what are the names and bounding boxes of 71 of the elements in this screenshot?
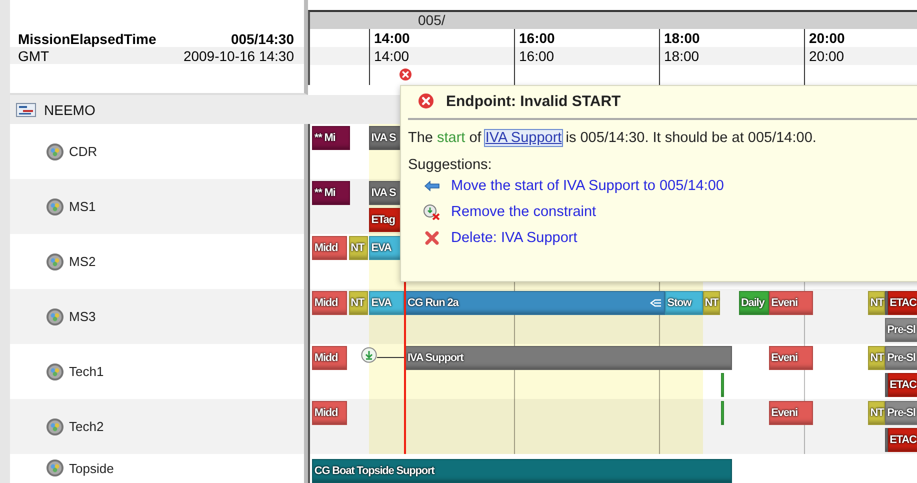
activity-bar[interactable]: Eveni [769,346,813,370]
clock-label: GMT [18,48,50,64]
activity-bar[interactable]: EVA [369,291,404,315]
popup-title: Endpoint: Invalid START [446,92,621,110]
resource-icon [46,142,64,160]
clock-value: 2009-10-16 14:30 [183,48,294,64]
resource-label[interactable]: Tech1 [69,364,104,379]
resource-label[interactable]: MS3 [69,309,96,324]
error-icon [418,93,434,109]
tick-label: 14:00 [374,29,410,47]
activity-bar[interactable]: Midd [312,346,348,370]
activity-bar[interactable]: ** Mi [312,181,350,205]
group-icon [16,102,36,116]
suggestion-link[interactable]: Remove the constraint [451,204,596,220]
activity-bar[interactable]: Pre-Sl [885,401,917,425]
error-message: The start of IVA Support is 005/14:30. It should be at 005/14:00. [408,130,818,146]
resource-label[interactable]: MS1 [69,199,96,214]
activity-bar[interactable]: Daily [738,291,770,315]
activity-bar[interactable]: Eveni [769,291,813,315]
delete-icon [425,231,439,245]
activity-bar[interactable]: Pre-Sl [885,318,917,342]
resource-label[interactable]: Topside [69,460,114,476]
activity-bar[interactable] [720,373,724,397]
tick-label: 16:00 [519,47,555,65]
tick-label: 18:00 [664,29,700,47]
tick-label: 20:00 [809,29,845,47]
activity-bar[interactable]: IVA S [369,126,402,150]
activity-bar[interactable]: CG Run 2a [405,291,666,315]
resource-label[interactable]: Tech2 [69,419,104,434]
day-label: 005/ [308,10,917,29]
activity-bar[interactable]: Midd [312,236,348,260]
activity-bar[interactable]: ETAC [888,428,917,452]
activity-bar[interactable]: ETAC [888,373,917,397]
activity-bar[interactable]: ** Mi [312,126,350,150]
resource-icon [46,252,64,270]
activity-bar[interactable]: IVA Support [405,346,732,370]
resource-label[interactable]: MS2 [69,254,96,269]
clock-value: 005/14:30 [230,30,294,46]
suggestions-label: Suggestions: [408,157,493,173]
activity-link[interactable]: IVA Support [485,130,562,146]
suggestion-link[interactable]: Delete: IVA Support [451,230,578,246]
activity-bar[interactable]: Eveni [769,401,813,425]
resource-icon [46,308,64,326]
anchor-icon [361,347,378,363]
activity-bar[interactable]: IVA S [369,181,402,205]
resource-icon [46,362,64,380]
activity-bar[interactable]: Midd [312,401,348,425]
activity-bar[interactable]: EVA [369,236,402,260]
activity-bar[interactable]: Midd [312,291,348,315]
tick-label: 16:00 [519,29,555,47]
tick-label: 14:00 [374,47,410,65]
activity-bar[interactable] [720,401,724,425]
group-label[interactable]: NEEMO [44,102,96,118]
activity-bar[interactable]: ETag [369,208,402,232]
left-arrow-icon [424,180,440,192]
tick-label: 18:00 [664,47,700,65]
activity-bar[interactable]: ETAC [888,291,917,315]
resource-icon [46,418,64,436]
resource-label[interactable]: CDR [69,144,98,159]
suggestion-link[interactable]: Move the start of IVA Support to 005/14:00 [451,178,724,194]
clock-label: MissionElapsedTime [18,30,156,46]
leader-line [377,357,406,358]
constraint-icon [650,298,662,308]
activity-bar[interactable]: Stow [665,291,703,315]
activity-bar[interactable]: Pre-Sl [885,346,917,370]
activity-bar[interactable]: CG Boat Topside Support [312,459,732,483]
error-icon [398,68,412,81]
resource-icon [46,198,64,216]
remove-constraint-icon [423,204,441,220]
tick-label: 20:00 [809,47,845,65]
resource-icon [46,459,64,477]
